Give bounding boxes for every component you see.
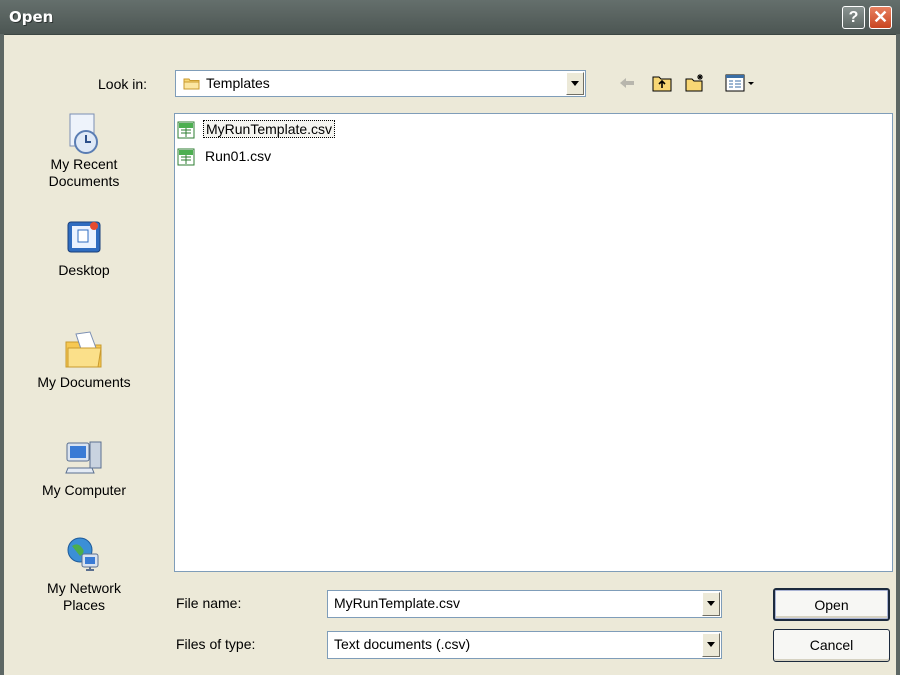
help-button[interactable]: ? xyxy=(842,6,865,29)
folder-icon xyxy=(183,77,200,90)
look-in-dropdown-arrow[interactable] xyxy=(566,72,584,95)
close-button[interactable]: ✕ xyxy=(869,6,892,29)
network-places-icon xyxy=(64,536,104,576)
place-label: My Documents xyxy=(37,374,131,390)
place-network[interactable]: My Network Places xyxy=(0,536,168,614)
place-label: My Network Places xyxy=(47,580,121,613)
look-in-label: Look in: xyxy=(98,76,148,92)
place-recent-documents[interactable]: My Recent Documents xyxy=(0,112,168,190)
file-type-dropdown-arrow[interactable] xyxy=(702,633,720,657)
recent-documents-icon xyxy=(64,112,104,154)
file-type-select[interactable]: Text documents (.csv) xyxy=(327,631,722,659)
look-in-value: Templates xyxy=(206,75,270,91)
place-my-computer[interactable]: My Computer xyxy=(0,438,168,499)
file-name-dropdown-arrow[interactable] xyxy=(702,592,720,616)
look-in-dropdown[interactable]: Templates xyxy=(175,70,586,97)
title-bar[interactable]: Open ? ✕ xyxy=(0,0,900,35)
list-item[interactable]: Run01.csv xyxy=(177,147,317,167)
my-documents-icon xyxy=(64,330,104,370)
csv-file-icon xyxy=(177,148,195,166)
place-label: My Recent Documents xyxy=(48,156,120,189)
file-name-value: MyRunTemplate.csv xyxy=(334,595,461,611)
file-name: Run01.csv xyxy=(205,148,272,164)
cancel-button[interactable]: Cancel xyxy=(773,629,890,662)
place-my-documents[interactable]: My Documents xyxy=(0,330,168,391)
list-item[interactable]: MyRunTemplate.csv xyxy=(177,120,377,140)
place-label: Desktop xyxy=(58,262,110,278)
file-type-value: Text documents (.csv) xyxy=(334,636,471,652)
file-name: MyRunTemplate.csv xyxy=(203,120,336,138)
back-arrow-icon[interactable] xyxy=(616,72,638,94)
open-dialog: Open ? ✕ Look in: Templates My Recent Do… xyxy=(0,0,900,675)
csv-file-icon xyxy=(177,121,195,139)
my-computer-icon xyxy=(64,438,104,478)
file-list[interactable]: MyRunTemplate.csv Run01.csv xyxy=(174,113,893,572)
place-desktop[interactable]: Desktop xyxy=(0,218,168,279)
file-type-label: Files of type: xyxy=(176,636,256,652)
view-menu-icon[interactable] xyxy=(724,72,760,94)
file-name-label: File name: xyxy=(176,595,242,611)
places-bar: My Recent Documents Desktop My Documents… xyxy=(0,108,168,648)
open-button[interactable]: Open xyxy=(773,588,890,621)
window-title: Open xyxy=(9,8,54,26)
file-name-input[interactable]: MyRunTemplate.csv xyxy=(327,590,722,618)
up-folder-icon[interactable] xyxy=(651,72,673,94)
place-label: My Computer xyxy=(41,482,127,498)
right-border xyxy=(896,34,900,675)
desktop-icon xyxy=(64,218,104,258)
new-folder-icon[interactable] xyxy=(684,72,706,94)
